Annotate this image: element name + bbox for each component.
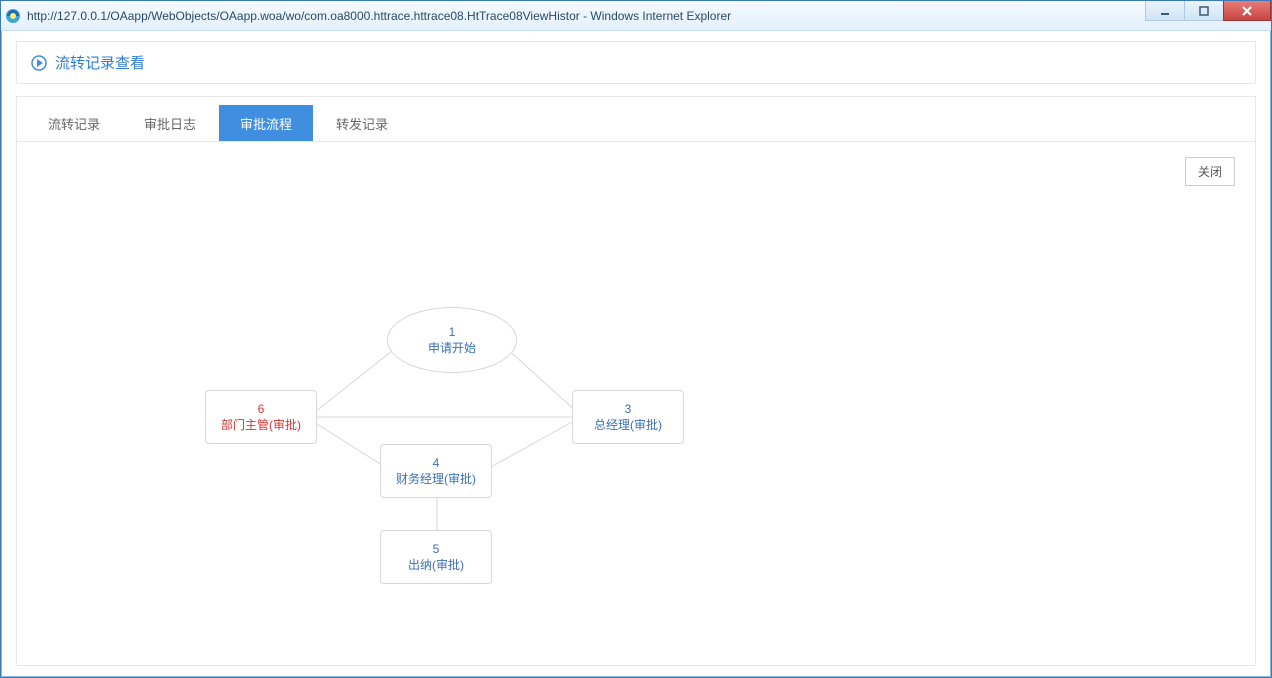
flow-node-start[interactable]: 1 申请开始 (387, 307, 517, 373)
node-label: 财务经理(审批) (396, 470, 476, 487)
tab-forward-records[interactable]: 转发记录 (315, 105, 409, 141)
node-number: 1 (449, 325, 456, 339)
window-controls (1146, 1, 1271, 21)
flow-canvas: 1 申请开始 6 部门主管(审批) 3 总经理(审批) 4 财务经理(审批) 5 (17, 142, 1255, 670)
panel-title: 流转记录查看 (55, 52, 145, 73)
flow-node-3[interactable]: 3 总经理(审批) (572, 390, 684, 444)
node-number: 5 (433, 542, 440, 556)
panel-header: 流转记录查看 (16, 41, 1256, 84)
tab-flow-records[interactable]: 流转记录 (27, 105, 121, 141)
browser-window: http://127.0.0.1/OAapp/WebObjects/OAapp.… (0, 0, 1272, 678)
ie-icon (5, 8, 21, 24)
tabs-bar: 流转记录 审批日志 审批流程 转发记录 (17, 97, 1255, 142)
close-window-button[interactable] (1223, 1, 1271, 21)
node-label: 出纳(审批) (408, 556, 464, 573)
window-title: http://127.0.0.1/OAapp/WebObjects/OAapp.… (27, 9, 731, 23)
tab-approval-log[interactable]: 审批日志 (123, 105, 217, 141)
title-bar: http://127.0.0.1/OAapp/WebObjects/OAapp.… (1, 1, 1271, 31)
flow-node-4[interactable]: 4 财务经理(审批) (380, 444, 492, 498)
arrow-right-icon (31, 55, 47, 71)
tabs-panel: 流转记录 审批日志 审批流程 转发记录 关闭 (16, 96, 1256, 666)
minimize-button[interactable] (1145, 1, 1185, 21)
flow-node-6[interactable]: 6 部门主管(审批) (205, 390, 317, 444)
page-content: 流转记录查看 流转记录 审批日志 审批流程 转发记录 关闭 (1, 31, 1271, 677)
node-label: 总经理(审批) (594, 416, 662, 433)
tab-approval-flow[interactable]: 审批流程 (219, 105, 313, 141)
node-label: 申请开始 (428, 339, 476, 356)
maximize-button[interactable] (1184, 1, 1224, 21)
node-number: 4 (433, 456, 440, 470)
flow-node-5[interactable]: 5 出纳(审批) (380, 530, 492, 584)
node-number: 3 (625, 402, 632, 416)
node-number: 6 (258, 402, 265, 416)
node-label: 部门主管(审批) (221, 416, 301, 433)
